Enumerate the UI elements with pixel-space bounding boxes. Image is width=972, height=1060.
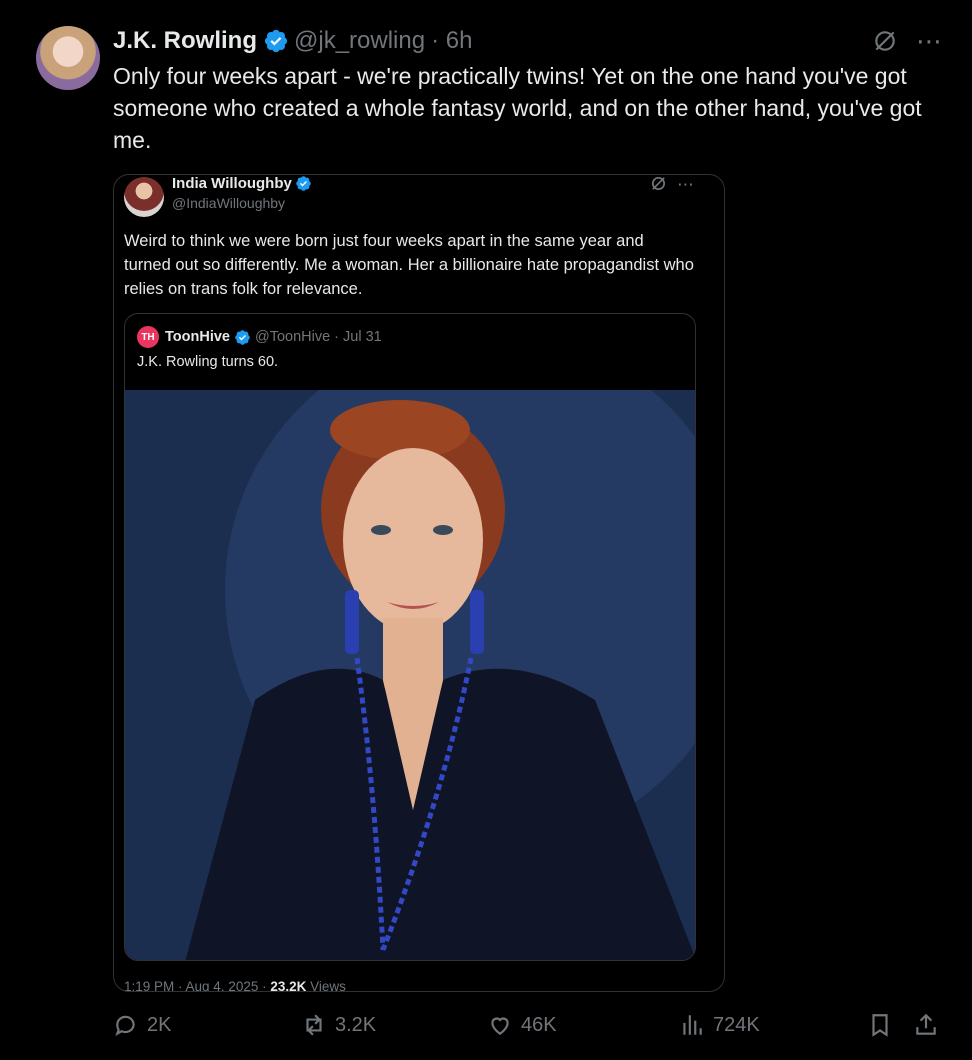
toonhive-logo[interactable]: TH	[137, 326, 159, 348]
tweet: J.K. Rowling @jk_rowling · 6h ⋯ Only fou…	[0, 0, 972, 1060]
like-button[interactable]: 46K	[487, 1012, 557, 1038]
more-icon[interactable]: ⋯	[916, 28, 942, 54]
like-count: 46K	[521, 1013, 557, 1036]
share-button[interactable]	[913, 1012, 939, 1038]
portrait-photo[interactable]	[125, 390, 696, 961]
bookmark-button[interactable]	[867, 1012, 893, 1038]
verified-icon	[296, 176, 311, 191]
grok-icon[interactable]	[650, 175, 667, 192]
quote-avatar[interactable]	[124, 177, 164, 217]
quote-actions: ⋯	[650, 175, 694, 195]
nested-quoted-tweet[interactable]: TH ToonHive @ToonHive · Jul 31 J.K. Rowl…	[124, 313, 696, 961]
repost-count: 3.2K	[335, 1013, 377, 1036]
quoted-tweet[interactable]: India Willoughby @IndiaWilloughby ⋯ Weir…	[113, 174, 725, 992]
views-count: 724K	[713, 1013, 760, 1036]
views-icon	[683, 1015, 702, 1035]
quote-footer: 1:19 PM · Aug 4, 2025 · 23.2K Views	[124, 979, 346, 992]
bookmark-icon	[872, 1014, 888, 1037]
quote-author[interactable]: India Willoughby	[172, 175, 312, 192]
top-actions: ⋯	[872, 28, 942, 54]
quote-author-name: India Willoughby	[172, 175, 292, 192]
nested-tweet-header: TH ToonHive @ToonHive · Jul 31	[137, 326, 382, 348]
author-handle[interactable]: @jk_rowling	[294, 27, 425, 55]
grok-icon[interactable]	[872, 28, 898, 54]
nested-author-handle[interactable]: @ToonHive · Jul 31	[255, 329, 382, 345]
more-icon[interactable]: ⋯	[677, 175, 694, 195]
quote-timestamp[interactable]: 1:19 PM · Aug 4, 2025 ·	[124, 979, 267, 991]
like-icon	[491, 1017, 509, 1035]
repost-icon	[306, 1014, 322, 1036]
avatar[interactable]	[36, 26, 100, 90]
reply-icon	[115, 1015, 135, 1037]
tweet-header: J.K. Rowling @jk_rowling · 6h	[113, 26, 472, 56]
action-bar: 2K 3.2K 46K 724K	[113, 1012, 943, 1046]
nested-tweet-text: J.K. Rowling turns 60.	[137, 354, 279, 370]
timestamp[interactable]: · 6h	[431, 27, 472, 55]
quote-view-count: 23.2K	[270, 979, 307, 992]
reply-count: 2K	[147, 1013, 172, 1036]
quote-author-handle[interactable]: @IndiaWilloughby	[172, 195, 285, 211]
verified-icon	[264, 29, 288, 53]
tweet-text: Only four weeks apart - we're practicall…	[113, 63, 922, 153]
verified-icon	[235, 329, 250, 345]
nested-author-name[interactable]: ToonHive	[165, 329, 230, 345]
views-button[interactable]: 724K	[679, 1012, 760, 1038]
share-icon	[916, 1013, 936, 1035]
quote-text: Weird to think we were born just four we…	[124, 232, 694, 298]
repost-button[interactable]: 3.2K	[301, 1012, 376, 1038]
reply-button[interactable]: 2K	[113, 1012, 171, 1038]
quote-views-label: Views	[310, 979, 346, 992]
author-name[interactable]: J.K. Rowling	[113, 27, 257, 55]
